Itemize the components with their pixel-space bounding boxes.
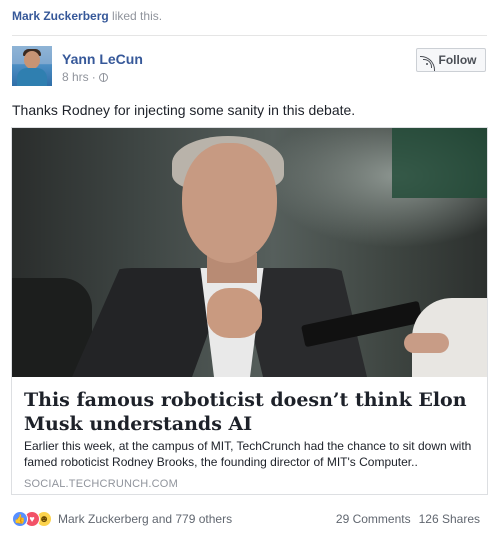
activity-line: Mark Zuckerberg liked this. xyxy=(12,9,162,23)
post-timestamp[interactable]: 8 hrs xyxy=(62,70,89,84)
avatar-face xyxy=(24,51,40,69)
avatar-body xyxy=(17,68,47,86)
like-icon: 👍 xyxy=(12,511,28,527)
image-hand xyxy=(207,288,262,338)
image-background-screen xyxy=(392,128,487,198)
author-name-link[interactable]: Yann LeCun xyxy=(62,51,143,67)
link-domain: SOCIAL.TECHCRUNCH.COM xyxy=(24,478,178,490)
comments-count-link[interactable]: 29 Comments xyxy=(336,512,411,526)
link-description: Earlier this week, at the campus of MIT,… xyxy=(24,439,472,469)
link-title[interactable]: This famous roboticist doesn’t think Elo… xyxy=(24,388,479,436)
activity-action: liked this. xyxy=(112,9,163,23)
globe-icon[interactable] xyxy=(98,72,108,82)
shares-count-link[interactable]: 126 Shares xyxy=(419,512,480,526)
divider xyxy=(12,35,487,36)
post-meta: 8 hrs · xyxy=(62,70,108,84)
follow-button-label: Follow xyxy=(438,53,477,67)
reactions-summary[interactable]: 👍 ♥ ☻ Mark Zuckerberg and 779 others xyxy=(12,511,232,527)
image-face xyxy=(182,143,277,263)
activity-actor-link[interactable]: Mark Zuckerberg xyxy=(12,9,109,23)
follow-button[interactable]: Follow xyxy=(416,48,486,72)
author-avatar[interactable] xyxy=(12,46,52,86)
link-preview-image[interactable] xyxy=(12,128,487,377)
rss-icon xyxy=(419,55,435,71)
post-text: Thanks Rodney for injecting some sanity … xyxy=(12,102,356,118)
reactions-text[interactable]: Mark Zuckerberg and 779 others xyxy=(58,512,232,526)
image-second-person-hand xyxy=(404,333,449,353)
meta-separator: · xyxy=(91,70,96,84)
engagement-stats: 29 Comments 126 Shares xyxy=(336,512,480,526)
link-preview-card[interactable]: This famous roboticist doesn’t think Elo… xyxy=(11,127,488,495)
